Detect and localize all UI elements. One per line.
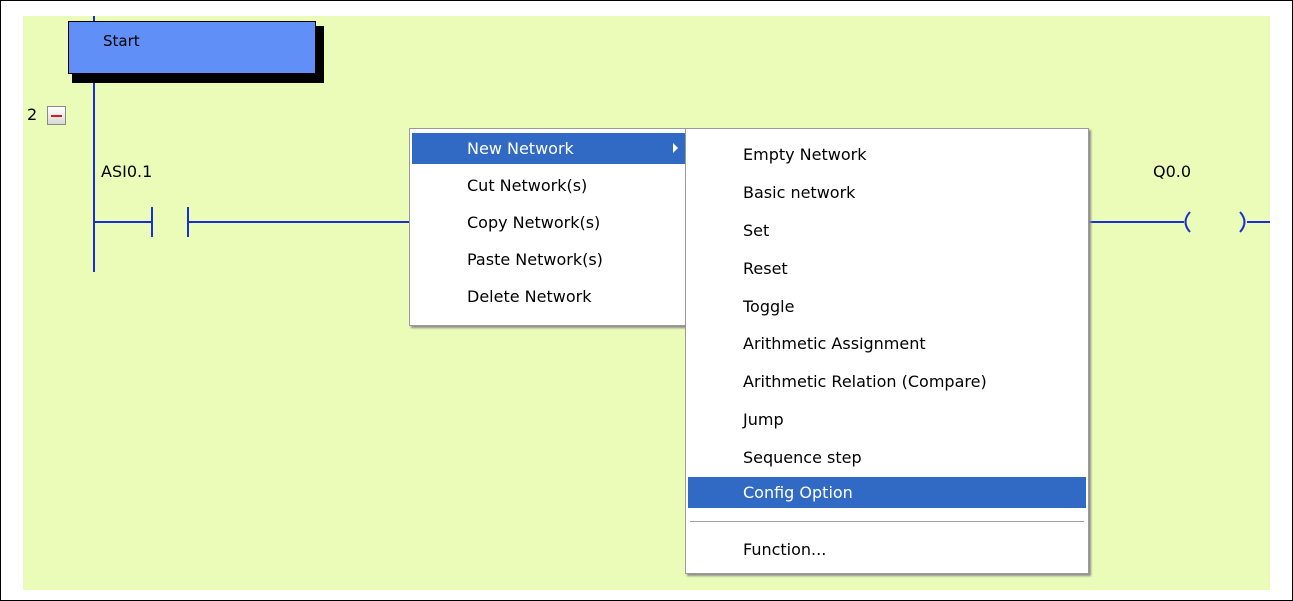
menu-item-copy-network[interactable]: Copy Network(s) bbox=[412, 207, 686, 238]
submenu-item-empty-network[interactable]: Empty Network bbox=[688, 139, 1086, 170]
new-network-submenu: Empty Network Basic network Set Reset To… bbox=[685, 128, 1089, 574]
submenu-item-toggle[interactable]: Toggle bbox=[688, 291, 1086, 322]
submenu-item-arithmetic-relation[interactable]: Arithmetic Relation (Compare) bbox=[688, 366, 1086, 397]
minus-icon bbox=[51, 115, 62, 117]
menu-item-paste-network[interactable]: Paste Network(s) bbox=[412, 244, 686, 275]
submenu-item-basic-network[interactable]: Basic network bbox=[688, 177, 1086, 208]
collapse-network-button[interactable] bbox=[47, 106, 66, 125]
coil-address-label: Q0.0 bbox=[1153, 162, 1192, 181]
submenu-item-reset[interactable]: Reset bbox=[688, 253, 1086, 284]
submenu-item-jump[interactable]: Jump bbox=[688, 404, 1086, 435]
sequence-step-block[interactable]: Start bbox=[68, 21, 316, 74]
coil-left-arc bbox=[1184, 211, 1191, 233]
contact-address-label: ASI0.1 bbox=[101, 162, 153, 181]
submenu-item-config-option[interactable]: Config Option bbox=[688, 477, 1086, 508]
menu-item-cut-network[interactable]: Cut Network(s) bbox=[412, 170, 686, 201]
context-menu: New Network Cut Network(s) Copy Network(… bbox=[409, 128, 689, 326]
step-label: Start bbox=[103, 32, 140, 50]
menu-item-new-network[interactable]: New Network bbox=[412, 133, 686, 164]
submenu-item-set[interactable]: Set bbox=[688, 215, 1086, 246]
submenu-item-arithmetic-assignment[interactable]: Arithmetic Assignment bbox=[688, 328, 1086, 359]
submenu-item-function[interactable]: Function... bbox=[688, 534, 1086, 565]
network-number: 2 bbox=[27, 105, 38, 124]
menu-item-delete-network[interactable]: Delete Network bbox=[412, 281, 686, 312]
menu-separator bbox=[690, 521, 1084, 523]
triangle-right-icon bbox=[673, 143, 678, 153]
coil-right-arc bbox=[1239, 211, 1246, 233]
submenu-item-sequence-step[interactable]: Sequence step bbox=[688, 442, 1086, 473]
